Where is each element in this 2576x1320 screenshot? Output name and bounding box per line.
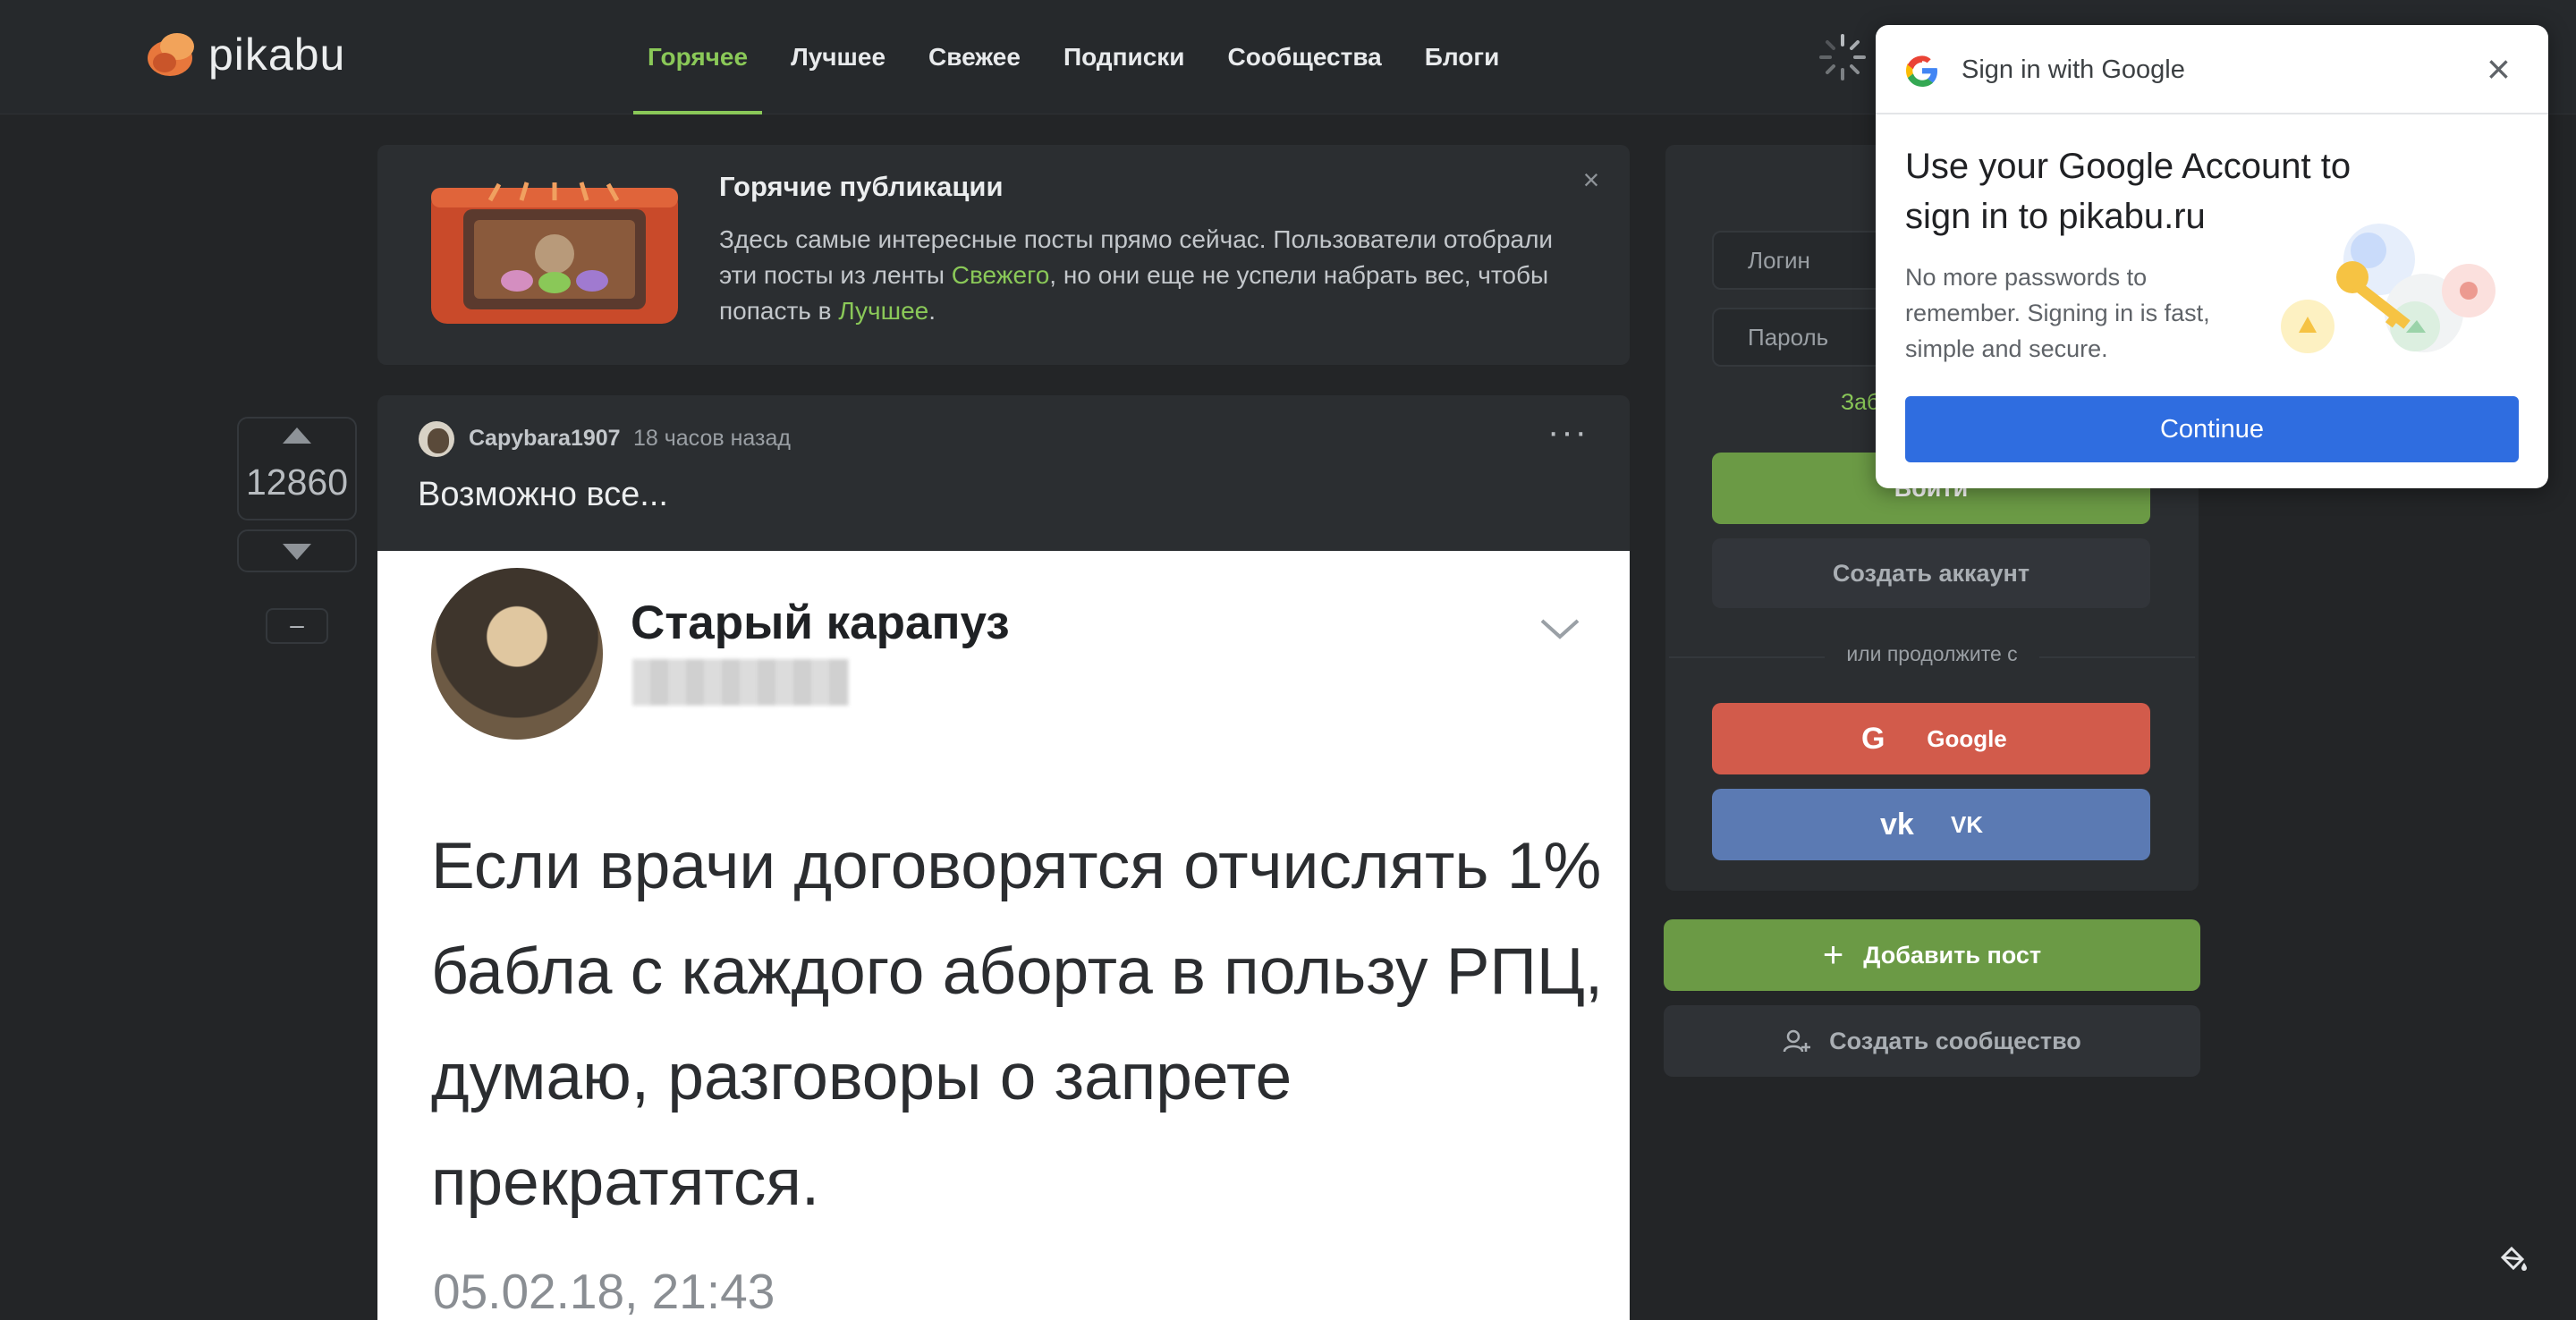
nav-subscriptions[interactable]: Подписки <box>1042 0 1207 114</box>
google-popup-header-title: Sign in with Google <box>1962 55 2185 84</box>
nav-hot[interactable]: Горячее <box>626 0 769 114</box>
chevron-down-icon <box>1540 619 1580 639</box>
close-icon[interactable]: × <box>2487 48 2511 89</box>
upvote-arrow-icon[interactable] <box>283 427 311 444</box>
post-time: 18 часов назад <box>633 426 791 451</box>
key-illustration-icon <box>2281 224 2496 353</box>
google-logo-icon <box>1906 55 1937 87</box>
or-continue-label: или продолжите с <box>1825 642 2039 666</box>
vk-label: VK <box>1950 810 1984 838</box>
post-title[interactable]: Возможно все... <box>418 476 668 514</box>
google-popup-description: No more passwords to remember. Signing i… <box>1905 264 2210 362</box>
author-avatar[interactable] <box>419 421 454 457</box>
tweet-author-name: Старый карапуз <box>631 597 1010 649</box>
tweet-avatar <box>431 568 603 740</box>
tweet-date: 05.02.18, 21:43 <box>433 1264 775 1319</box>
hot-banner-text: Здесь самые интересные посты прямо сейча… <box>719 225 1554 325</box>
loading-spinner-icon <box>1819 34 1866 80</box>
more-options-icon[interactable]: ··· <box>1547 414 1589 450</box>
create-account-button[interactable]: Создать аккаунт <box>1712 538 2150 608</box>
google-label: Google <box>1927 724 2007 752</box>
post-rating: 12860 <box>245 461 348 503</box>
oven-illustration-icon <box>431 182 678 324</box>
create-community-label: Создать сообщество <box>1829 1027 2081 1054</box>
google-login-button[interactable]: G Google <box>1712 703 2150 774</box>
tweet-text: Если врачи договорятся отчислять 1% бабл… <box>431 830 1604 1219</box>
nav-communities[interactable]: Сообщества <box>1207 0 1403 114</box>
nav-best[interactable]: Лучшее <box>769 0 907 114</box>
nav-blogs[interactable]: Блоги <box>1403 0 1521 114</box>
collapse-post-button[interactable]: – <box>266 608 328 644</box>
post-author[interactable]: Capybara1907 <box>469 426 621 452</box>
logo-text: pikabu <box>208 30 346 80</box>
google-icon: G <box>1860 721 1885 756</box>
pikabu-logo-icon <box>146 31 196 78</box>
tweet-handle-blurred <box>632 659 849 706</box>
pikabu-logo[interactable]: pikabu <box>146 27 345 82</box>
vk-icon: vk <box>1880 807 1914 842</box>
add-post-button[interactable]: + Добавить пост <box>1664 919 2200 991</box>
add-post-label: Добавить пост <box>1863 941 2042 969</box>
vk-login-button[interactable]: vk VK <box>1712 789 2150 860</box>
forgot-password-link[interactable]: Заб <box>1841 390 1879 416</box>
close-icon[interactable]: × <box>1578 165 1605 194</box>
google-continue-button[interactable]: Continue <box>1905 396 2519 462</box>
downvote-arrow-icon[interactable] <box>283 544 311 560</box>
hot-banner-title: Горячие публикации <box>719 171 1004 202</box>
create-community-button[interactable]: Создать сообщество <box>1664 1005 2200 1077</box>
community-icon <box>1783 1029 1811 1053</box>
fresh-link[interactable]: Свежего <box>952 261 1050 289</box>
paint-bucket-icon[interactable] <box>2497 1243 2528 1273</box>
main-nav: Горячее Лучшее Свежее Подписки Сообществ… <box>626 0 1521 114</box>
plus-icon: + <box>1822 935 1844 975</box>
nav-fresh[interactable]: Свежее <box>907 0 1042 114</box>
best-link[interactable]: Лучшее <box>838 297 928 325</box>
